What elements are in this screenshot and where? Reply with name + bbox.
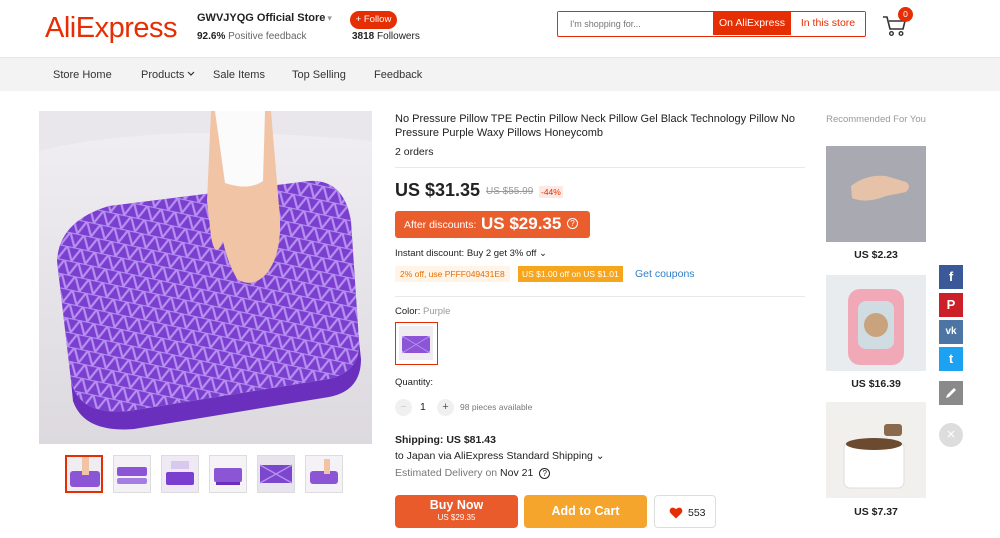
help-icon[interactable]: ? bbox=[539, 468, 551, 479]
search-on-aliexpress-button[interactable]: On AliExpress bbox=[713, 12, 791, 35]
instant-discount-text[interactable]: Instant discount: Buy 2 get 3% off bbox=[395, 248, 536, 259]
store-coupon-tag[interactable]: US $1.00 off on US $1.01 bbox=[518, 266, 623, 282]
store-name[interactable]: GWVJYQG Official Store ▾ bbox=[197, 12, 332, 24]
divider bbox=[395, 167, 805, 168]
gel-pad-image bbox=[826, 146, 926, 242]
recommended-item-image[interactable] bbox=[826, 402, 926, 498]
nav-sale-items[interactable]: Sale Items bbox=[213, 69, 265, 81]
get-coupons-link[interactable]: Get coupons bbox=[635, 268, 695, 280]
shipping-method-text[interactable]: to Japan via AliExpress Standard Shippin… bbox=[395, 450, 593, 462]
recommended-item-image[interactable] bbox=[826, 146, 926, 242]
thumbnail-strip bbox=[65, 455, 365, 495]
thumbnail-5[interactable] bbox=[257, 455, 295, 493]
thumbnail-image bbox=[258, 456, 294, 492]
food-container-image bbox=[826, 402, 926, 498]
order-count: 2 orders bbox=[395, 146, 434, 158]
wishlist-count: 553 bbox=[688, 507, 706, 519]
followers: 3818 Followers bbox=[352, 31, 420, 42]
twitter-share-icon[interactable]: t bbox=[939, 347, 963, 371]
coupon-code-tag[interactable]: 2% off, use PFFF049431E8 bbox=[395, 266, 510, 282]
estimated-delivery-date: Nov 21 bbox=[500, 467, 534, 479]
pencil-icon bbox=[946, 388, 956, 398]
pinterest-share-icon[interactable]: P bbox=[939, 293, 963, 317]
thumbnail-image bbox=[114, 456, 150, 492]
product-title: No Pressure Pillow TPE Pectin Pillow Nec… bbox=[395, 113, 796, 139]
search-bar: On AliExpress In this store bbox=[557, 11, 866, 37]
buy-now-button[interactable]: Buy Now US $29.35 bbox=[395, 495, 518, 528]
positive-feedback: 92.6% Positive feedback bbox=[197, 31, 307, 42]
buy-now-price[interactable]: US $29.35 bbox=[395, 513, 518, 522]
purple-swatch-image bbox=[399, 326, 433, 360]
purple-pillow-image bbox=[39, 111, 372, 444]
nav-top-selling[interactable]: Top Selling bbox=[292, 69, 346, 81]
chevron-down-icon[interactable]: ⌄ bbox=[596, 450, 605, 462]
edit-icon[interactable] bbox=[939, 381, 963, 405]
chevron-down-icon[interactable]: ⌄ bbox=[539, 248, 547, 259]
after-discount-banner: After discounts: US $29.35 ? bbox=[395, 211, 590, 238]
quantity-value[interactable]: 1 bbox=[420, 401, 426, 413]
thumbnail-image bbox=[210, 456, 246, 492]
buy-now-label[interactable]: Buy Now bbox=[395, 498, 518, 512]
thumbnail-6[interactable] bbox=[305, 455, 343, 493]
color-value: Purple bbox=[422, 306, 451, 317]
feedback-label: Positive feedback bbox=[228, 31, 307, 42]
chevron-down-icon bbox=[188, 71, 195, 76]
search-input[interactable] bbox=[558, 12, 712, 35]
estimated-delivery: Estimated Delivery on Nov 21 ? bbox=[395, 467, 551, 479]
shipping-cost: Shipping: US $81.43 bbox=[395, 434, 496, 446]
recommended-item-image[interactable] bbox=[826, 275, 926, 371]
store-name-text[interactable]: GWVJYQG Official Store bbox=[197, 12, 325, 24]
thumbnail-image bbox=[67, 457, 101, 491]
followers-count: 3818 bbox=[352, 31, 375, 42]
after-discount-label: After discounts: bbox=[404, 219, 477, 231]
shipping-method[interactable]: to Japan via AliExpress Standard Shippin… bbox=[395, 450, 605, 462]
follow-button[interactable]: + Follow bbox=[350, 11, 397, 29]
nav-products-label[interactable]: Products bbox=[141, 69, 184, 81]
thumbnail-4[interactable] bbox=[209, 455, 247, 493]
quantity-decrease-button[interactable]: − bbox=[395, 399, 412, 416]
wishlist-button[interactable]: 553 bbox=[654, 495, 716, 528]
pieces-available: 98 pieces available bbox=[460, 402, 533, 412]
thumbnail-2[interactable] bbox=[113, 455, 151, 493]
recommended-item-price[interactable]: US $16.39 bbox=[826, 378, 926, 390]
vk-share-icon[interactable]: vk bbox=[939, 320, 963, 344]
nav-store-home[interactable]: Store Home bbox=[53, 69, 112, 81]
color-option-purple[interactable] bbox=[395, 322, 438, 365]
recommended-item-price[interactable]: US $2.23 bbox=[826, 249, 926, 261]
current-price: US $31.35 bbox=[395, 180, 481, 200]
recommended-item-price[interactable]: US $7.37 bbox=[826, 506, 926, 518]
estimated-delivery-label: Estimated Delivery on bbox=[395, 467, 498, 479]
color-label-text: Color: bbox=[395, 306, 421, 317]
add-to-cart-button[interactable]: Add to Cart bbox=[524, 495, 647, 528]
cart-count-badge: 0 bbox=[898, 7, 913, 22]
header: AliExpress GWVJYQG Official Store ▾ 92.6%… bbox=[0, 0, 1000, 56]
search-in-store-button[interactable]: In this store bbox=[791, 12, 865, 35]
chevron-down-icon[interactable]: ▾ bbox=[327, 13, 332, 23]
thumbnail-3[interactable] bbox=[161, 455, 199, 493]
feedback-value: 92.6% bbox=[197, 31, 226, 42]
facebook-share-icon[interactable]: f bbox=[939, 265, 963, 289]
quantity-label: Quantity: bbox=[395, 377, 434, 388]
instant-discount[interactable]: Instant discount: Buy 2 get 3% off ⌄ bbox=[395, 248, 547, 259]
after-discount-price: US $29.35 bbox=[481, 214, 562, 233]
thumbnail-1[interactable] bbox=[65, 455, 103, 493]
aliexpress-logo[interactable]: AliExpress bbox=[45, 12, 178, 45]
nav-products[interactable]: Products bbox=[141, 69, 195, 81]
followers-label: Followers bbox=[377, 31, 420, 42]
quantity-increase-button[interactable]: + bbox=[437, 399, 454, 416]
nav-feedback[interactable]: Feedback bbox=[374, 69, 422, 81]
thumbnail-image bbox=[306, 456, 342, 492]
store-nav: Store Home Products Sale Items Top Selli… bbox=[0, 57, 1000, 91]
main-product-image[interactable] bbox=[39, 111, 372, 444]
heart-icon bbox=[669, 507, 683, 519]
help-icon[interactable]: ? bbox=[567, 218, 578, 229]
color-label: Color: Purple bbox=[395, 306, 450, 317]
original-price: US $55.99 bbox=[486, 186, 534, 197]
divider bbox=[395, 296, 805, 297]
thumbnail-image bbox=[162, 456, 198, 492]
discount-badge: -44% bbox=[539, 186, 563, 198]
recommended-title: Recommended For You bbox=[826, 114, 926, 125]
close-icon[interactable]: × bbox=[939, 423, 963, 447]
pet-backpack-image bbox=[826, 275, 926, 371]
